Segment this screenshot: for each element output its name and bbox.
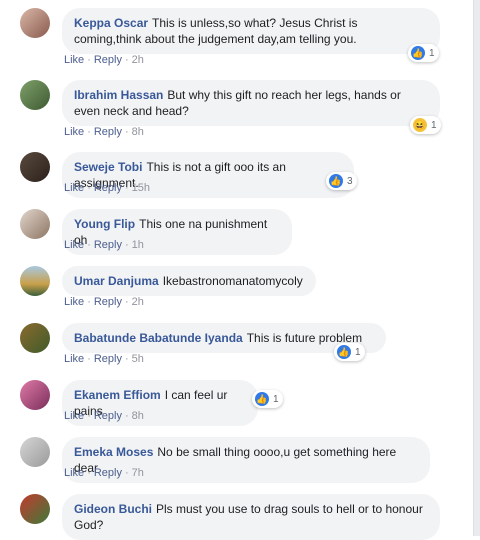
avatar[interactable] [20,437,50,467]
comment-actions: Like · Reply · 8h [64,126,144,138]
commenter-name[interactable]: Keppa Oscar [74,16,148,30]
reaction-badge[interactable]: 😆 1 [410,116,441,134]
comment-actions: Like · Reply · 15h [64,182,151,194]
commenter-name[interactable]: Babatunde Babatunde Iyanda [74,331,243,345]
reaction-badge[interactable]: 👍 1 [334,343,365,361]
reply-link[interactable]: Reply [94,239,122,251]
avatar[interactable] [20,152,50,182]
commenter-name[interactable]: Ekanem Effiom [74,388,161,402]
comment-bubble: Keppa Oscar This is unless,so what? Jesus… [62,8,440,54]
like-link[interactable]: Like [64,410,84,422]
comment-actions: Like · Reply · 1h [64,239,144,251]
reply-link[interactable]: Reply [94,410,122,422]
reply-link[interactable]: Reply [94,353,122,365]
commenter-name[interactable]: Emeka Moses [74,445,153,459]
like-link[interactable]: Like [64,467,84,479]
timestamp[interactable]: 15h [132,182,150,194]
comment-bubble: Ibrahim Hassan But why this gift no reach… [62,80,440,126]
timestamp[interactable]: 8h [132,126,144,138]
commenter-name[interactable]: Seweje Tobi [74,160,142,174]
timestamp[interactable]: 2h [132,296,144,308]
comment-actions: Like · Reply · 5h [64,353,144,365]
comment-actions: Like · Reply · 7h [64,467,144,479]
comment-actions: Like · Reply · 8h [64,410,144,422]
like-link[interactable]: Like [64,126,84,138]
timestamp[interactable]: 8h [132,410,144,422]
avatar[interactable] [20,380,50,410]
timestamp[interactable]: 7h [132,467,144,479]
like-icon: 👍 [329,174,343,188]
avatar[interactable] [20,494,50,524]
commenter-name[interactable]: Young Flip [74,217,135,231]
scrollbar-track [473,0,480,536]
like-link[interactable]: Like [64,353,84,365]
timestamp[interactable]: 2h [132,54,144,66]
reaction-badge[interactable]: 👍 1 [252,390,283,408]
haha-icon: 😆 [413,118,427,132]
reaction-badge[interactable]: 👍 1 [408,44,439,62]
commenter-name[interactable]: Umar Danjuma [74,274,159,288]
reply-link[interactable]: Reply [94,467,122,479]
reply-link[interactable]: Reply [94,296,122,308]
comment-bubble: Umar Danjuma Ikebastronomanatomycoly [62,266,316,296]
like-icon: 👍 [255,392,269,406]
commenter-name[interactable]: Ibrahim Hassan [74,88,163,102]
like-icon: 👍 [337,345,351,359]
reply-link[interactable]: Reply [94,126,122,138]
avatar[interactable] [20,80,50,110]
comment-bubble: Gideon Buchi Pls must you use to drag sou… [62,494,440,540]
comment-actions: Like · Reply · 2h [64,296,144,308]
like-link[interactable]: Like [64,239,84,251]
avatar[interactable] [20,8,50,38]
avatar[interactable] [20,209,50,239]
reply-link[interactable]: Reply [94,54,122,66]
like-icon: 👍 [411,46,425,60]
reaction-badge[interactable]: 👍 3 [326,172,357,190]
comment-actions: Like · Reply · 2h [64,54,144,66]
like-link[interactable]: Like [64,182,84,194]
reply-link[interactable]: Reply [94,182,122,194]
timestamp[interactable]: 5h [132,353,144,365]
like-link[interactable]: Like [64,54,84,66]
comment-text: Ikebastronomanatomycoly [162,274,303,288]
like-link[interactable]: Like [64,296,84,308]
commenter-name[interactable]: Gideon Buchi [74,502,152,516]
timestamp[interactable]: 1h [132,239,144,251]
avatar[interactable] [20,266,50,296]
avatar[interactable] [20,323,50,353]
